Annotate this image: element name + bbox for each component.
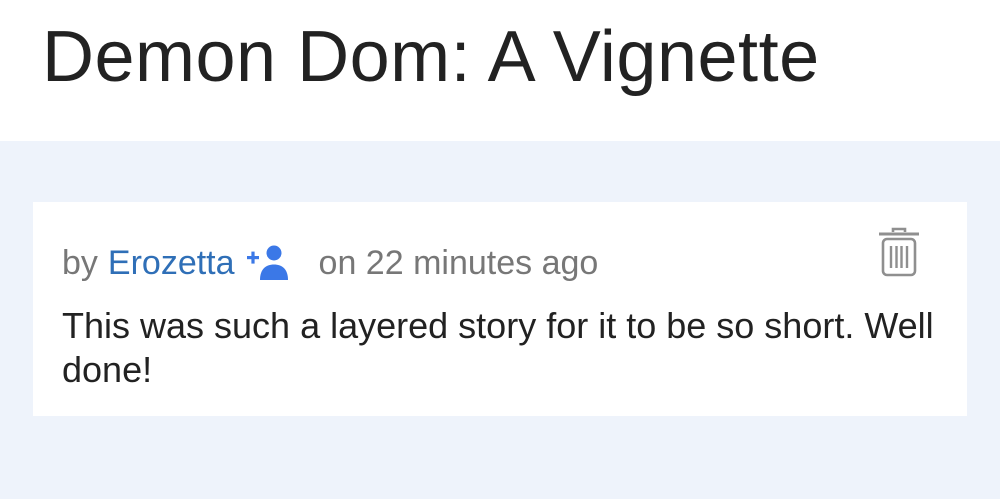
page-title: Demon Dom: A Vignette	[42, 17, 820, 97]
follow-author-button[interactable]	[245, 244, 293, 282]
comment-body: This was such a layered story for it to …	[62, 305, 934, 390]
by-label: by	[62, 243, 98, 282]
comment-timestamp: on 22 minutes ago	[318, 243, 599, 282]
page-header: Demon Dom: A Vignette	[0, 0, 1000, 141]
comment-card: by Erozetta on 22 minutes ago This was s…	[33, 202, 967, 416]
author-link[interactable]: Erozetta	[108, 244, 235, 283]
delete-comment-button[interactable]	[875, 226, 923, 280]
add-user-icon	[246, 245, 288, 280]
comment-meta: by Erozetta on 22 minutes ago	[62, 240, 598, 286]
comments-section: by Erozetta on 22 minutes ago This was s…	[0, 141, 1000, 499]
trash-icon	[879, 227, 919, 277]
